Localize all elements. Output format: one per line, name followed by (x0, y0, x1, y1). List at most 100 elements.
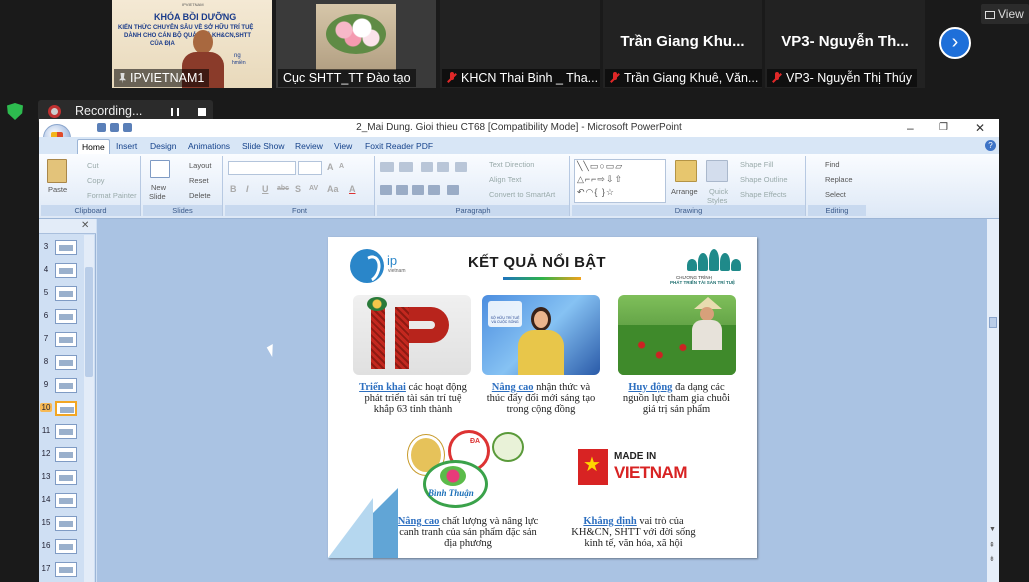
grow-font-button[interactable]: A (327, 162, 334, 172)
quick-styles-icon[interactable] (706, 160, 728, 182)
help-icon[interactable]: ? (985, 140, 996, 151)
numbering-icon[interactable] (399, 162, 413, 172)
participant-tile-3[interactable]: KHCN Thai Binh _ Tha... (440, 0, 600, 88)
tab-foxit-reader-pdf[interactable]: Foxit Reader PDF (361, 139, 437, 154)
slide-thumbnail[interactable] (55, 562, 77, 577)
columns-icon[interactable] (447, 185, 459, 195)
slide-thumbnail[interactable] (55, 332, 77, 347)
arrange-button[interactable]: Arrange (671, 187, 698, 196)
slide-thumbnail[interactable] (55, 286, 77, 301)
scroll-thumb[interactable] (85, 267, 93, 377)
paste-icon[interactable] (47, 159, 67, 183)
current-slide[interactable]: ip vietnam KẾT QUẢ NỔI BẬT CHƯƠNG TRÌNH … (328, 237, 757, 558)
mic-muted-icon (447, 72, 457, 84)
align-left-icon[interactable] (380, 185, 392, 195)
slide-thumbnail[interactable] (55, 240, 77, 255)
slide-thumbnail[interactable] (55, 424, 77, 439)
layout-button[interactable]: Layout (189, 161, 212, 170)
font-color-button[interactable]: A (349, 184, 356, 194)
shape-outline-button[interactable]: Shape Outline (740, 175, 788, 184)
scroll-thumb[interactable] (989, 317, 997, 328)
cut-button[interactable]: Cut (87, 161, 99, 170)
minimize-button[interactable]: – (907, 119, 914, 137)
undo-icon[interactable] (110, 123, 119, 132)
slide-thumbnail[interactable] (55, 309, 77, 324)
reset-button[interactable]: Reset (189, 176, 209, 185)
tab-review[interactable]: Review (291, 139, 327, 154)
bold-button[interactable]: B (230, 184, 237, 194)
shape-fill-button[interactable]: Shape Fill (740, 160, 773, 169)
previous-slide-arrow[interactable]: ⇞ (989, 541, 995, 549)
align-text-button[interactable]: Align Text (489, 175, 521, 184)
scroll-down-arrow[interactable]: ▼ (989, 526, 996, 533)
tab-animations[interactable]: Animations (184, 139, 234, 154)
paste-button[interactable]: Paste (48, 185, 67, 194)
redo-icon[interactable] (123, 123, 132, 132)
character-spacing-button[interactable]: AV (309, 185, 318, 192)
align-center-icon[interactable] (396, 185, 408, 195)
italic-button[interactable]: I (246, 184, 249, 194)
slide-thumbnail[interactable] (55, 493, 77, 508)
vertical-scrollbar[interactable]: ▼ ⇞ ⇟ (987, 219, 999, 582)
shape-effects-button[interactable]: Shape Effects (740, 190, 787, 199)
view-button[interactable]: View (981, 4, 1029, 24)
security-shield-icon[interactable] (7, 103, 23, 120)
quick-styles-button-line2[interactable]: Styles (707, 196, 727, 205)
program-lotus-logo (683, 249, 741, 271)
replace-button[interactable]: Replace (825, 175, 853, 184)
close-pane-icon[interactable]: ✕ (81, 220, 89, 231)
arrange-icon[interactable] (675, 160, 697, 182)
participant-tile-4[interactable]: Trần Giang Khu... Trần Giang Khuê, Văn..… (603, 0, 762, 88)
save-icon[interactable] (97, 123, 106, 132)
align-right-icon[interactable] (412, 185, 424, 195)
convert-to-smartart-button[interactable]: Convert to SmartArt (489, 190, 555, 199)
change-case-button[interactable]: Aa (327, 184, 339, 194)
format-painter-button[interactable]: Format Painter (87, 191, 137, 200)
font-size-combo[interactable] (298, 161, 322, 175)
shapes-gallery[interactable]: ╲╲▭○▭▱ △⌐⌐⇨⇩⇧ ↶◠{ }☆ (574, 159, 666, 203)
slides-pane-scrollbar[interactable] (84, 235, 94, 582)
slide-number: 9 (43, 380, 49, 389)
font-name-combo[interactable] (228, 161, 296, 175)
slide-thumbnail[interactable] (55, 378, 77, 393)
new-slide-button-line2[interactable]: Slide (149, 192, 166, 201)
quick-styles-button-line1[interactable]: Quick (709, 187, 728, 196)
slide-thumbnail[interactable] (55, 447, 77, 462)
tab-slide-show[interactable]: Slide Show (238, 139, 289, 154)
increase-indent-icon[interactable] (437, 162, 449, 172)
restore-button[interactable]: ❐ (939, 119, 948, 137)
delete-button[interactable]: Delete (189, 191, 211, 200)
tab-design[interactable]: Design (146, 139, 180, 154)
participant-tile-5[interactable]: VP3- Nguyễn Th... VP3- Nguyễn Thị Thúy (765, 0, 925, 88)
select-button[interactable]: Select (825, 190, 846, 199)
text-direction-button[interactable]: Text Direction (489, 160, 534, 169)
new-slide-button-line1[interactable]: New (151, 183, 166, 192)
tab-insert[interactable]: Insert (112, 139, 141, 154)
slide-thumbnail[interactable] (55, 539, 77, 554)
line-spacing-icon[interactable] (455, 162, 467, 172)
slide-thumbnail[interactable] (55, 516, 77, 531)
decrease-indent-icon[interactable] (421, 162, 433, 172)
underline-button[interactable]: U (262, 184, 269, 194)
next-slide-arrow[interactable]: ⇟ (989, 555, 995, 563)
slide-thumbnail[interactable] (55, 470, 77, 485)
tab-view[interactable]: View (330, 139, 356, 154)
next-participants-button[interactable]: › (939, 27, 971, 59)
copy-button[interactable]: Copy (87, 176, 105, 185)
strikethrough-button[interactable]: abc (277, 185, 289, 192)
tab-home[interactable]: Home (77, 139, 110, 154)
justify-icon[interactable] (428, 185, 440, 195)
new-slide-icon[interactable] (150, 160, 170, 178)
close-button[interactable]: ✕ (975, 119, 985, 137)
participant-tile-1[interactable]: IPVIETNAM KHÓA BỒI DƯỠNG KIẾN THỨC CHUYÊ… (112, 0, 272, 88)
participant-tile-2[interactable]: Cục SHTT_TT Đào tạo (276, 0, 436, 88)
slide-thumbnail[interactable] (55, 355, 77, 370)
pause-recording-button[interactable] (171, 108, 179, 116)
shrink-font-button[interactable]: A (339, 163, 344, 170)
shadow-button[interactable]: S (295, 184, 301, 194)
slide-thumbnail[interactable] (55, 263, 77, 278)
slide-thumbnail[interactable] (55, 401, 77, 416)
bullets-icon[interactable] (380, 162, 394, 172)
find-button[interactable]: Find (825, 160, 840, 169)
stop-recording-button[interactable] (198, 108, 206, 116)
